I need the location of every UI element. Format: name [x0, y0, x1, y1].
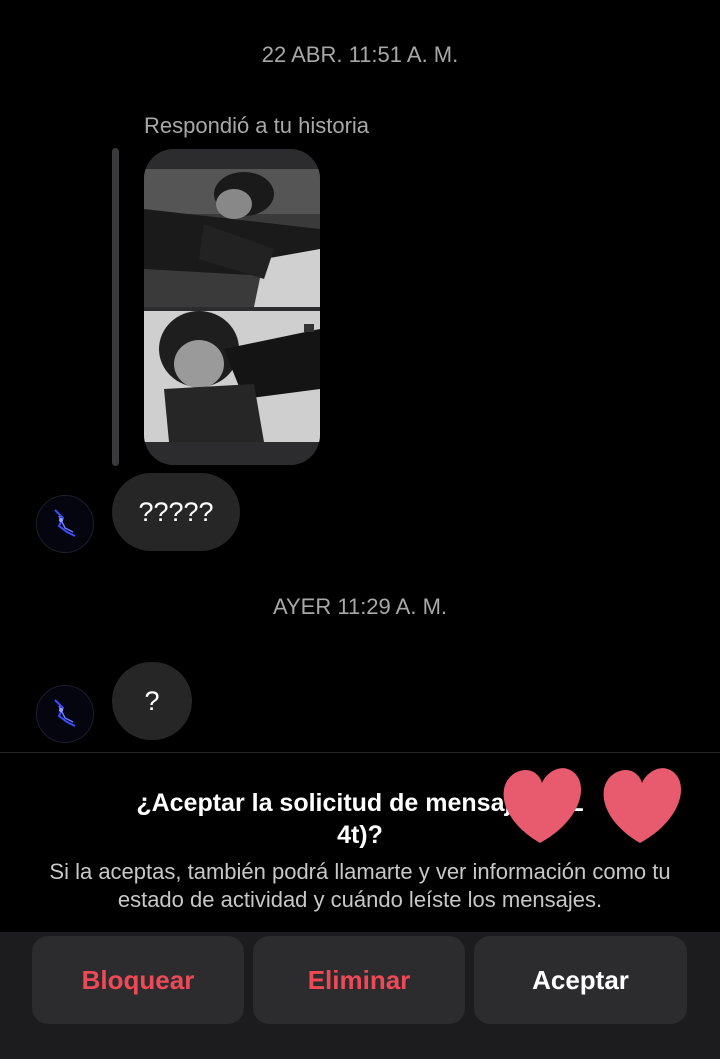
story-preview-image[interactable]	[144, 149, 320, 465]
avatar-image	[37, 686, 93, 742]
message-timestamp: AYER 11:29 A. M.	[272, 594, 448, 619]
message-bubble[interactable]: ?	[112, 662, 192, 740]
story-reply-label: Respondió a tu historia	[144, 113, 370, 138]
message-timestamp: 22 ABR. 11:51 A. M.	[261, 42, 459, 67]
request-description: Si la aceptas, también podrá llamarte y …	[49, 859, 671, 912]
avatar-image	[37, 496, 93, 552]
section-divider	[0, 752, 720, 753]
accept-button[interactable]: Aceptar	[474, 936, 687, 1024]
block-button[interactable]: Bloquear	[32, 936, 244, 1024]
delete-button[interactable]: Eliminar	[253, 936, 465, 1024]
heart-sticker-icon	[503, 768, 682, 843]
story-photo	[144, 149, 320, 465]
sender-avatar[interactable]	[36, 495, 94, 553]
message-bubble[interactable]: ?????	[112, 473, 240, 551]
sender-avatar[interactable]	[36, 685, 94, 743]
reply-indicator-bar	[112, 148, 119, 466]
